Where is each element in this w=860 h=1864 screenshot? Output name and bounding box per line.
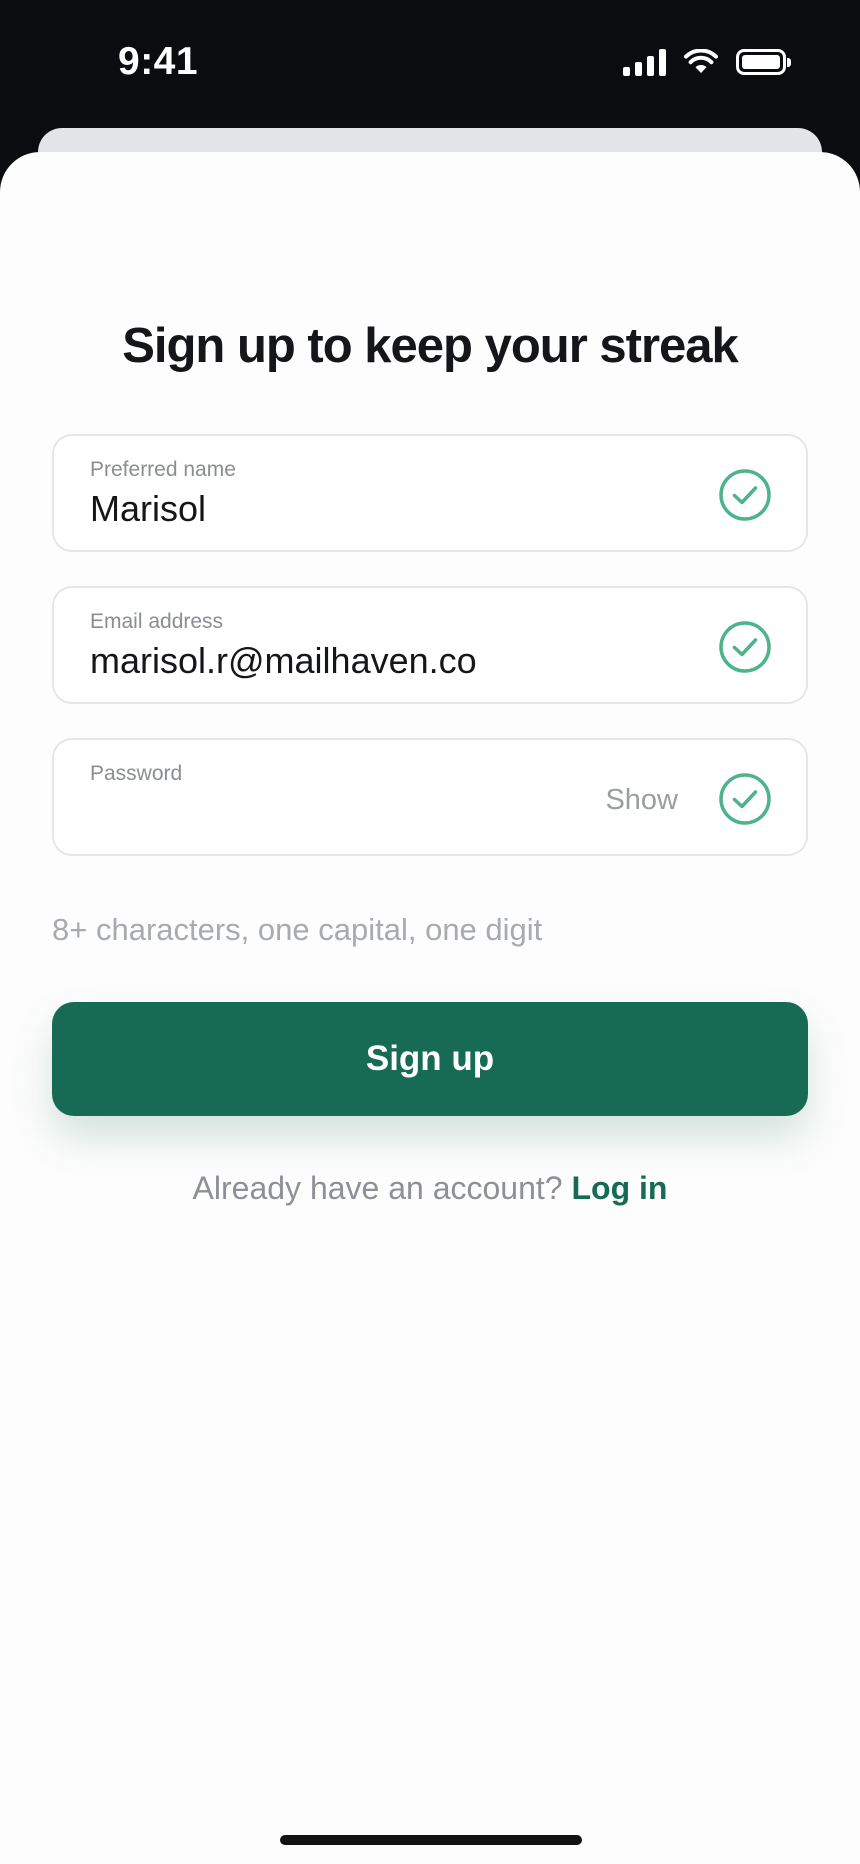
- show-password-toggle[interactable]: Show: [605, 784, 678, 817]
- cellular-signal-icon: [623, 48, 666, 76]
- battery-icon: [736, 49, 791, 75]
- status-bar: 9:41: [0, 0, 860, 130]
- status-time: 9:41: [118, 40, 199, 83]
- home-indicator[interactable]: [280, 1835, 582, 1845]
- login-prompt-text: Already have an account?: [192, 1170, 563, 1206]
- password-label: Password: [90, 762, 183, 785]
- preferred-name-field[interactable]: Preferred name Marisol: [52, 434, 808, 552]
- login-prompt-row: Already have an account? Log in: [0, 1170, 860, 1207]
- preferred-name-value[interactable]: Marisol: [90, 488, 206, 530]
- wifi-icon: [684, 49, 718, 73]
- status-icons: [623, 48, 791, 76]
- check-circle-icon: [719, 621, 771, 673]
- password-field[interactable]: Password Show: [52, 738, 808, 856]
- preferred-name-label: Preferred name: [90, 458, 236, 481]
- password-input[interactable]: [90, 792, 590, 840]
- check-circle-icon: [719, 469, 771, 521]
- check-circle-icon: [719, 773, 771, 825]
- password-hint: 8+ characters, one capital, one digit: [52, 912, 543, 947]
- page-title: Sign up to keep your streak: [122, 319, 739, 373]
- email-label: Email address: [90, 610, 224, 633]
- email-field[interactable]: Email address marisol.r@mailhaven.co: [52, 586, 808, 704]
- sign-up-button[interactable]: Sign up: [52, 1002, 808, 1116]
- login-link[interactable]: Log in: [571, 1170, 667, 1206]
- email-value[interactable]: marisol.r@mailhaven.co: [90, 640, 477, 682]
